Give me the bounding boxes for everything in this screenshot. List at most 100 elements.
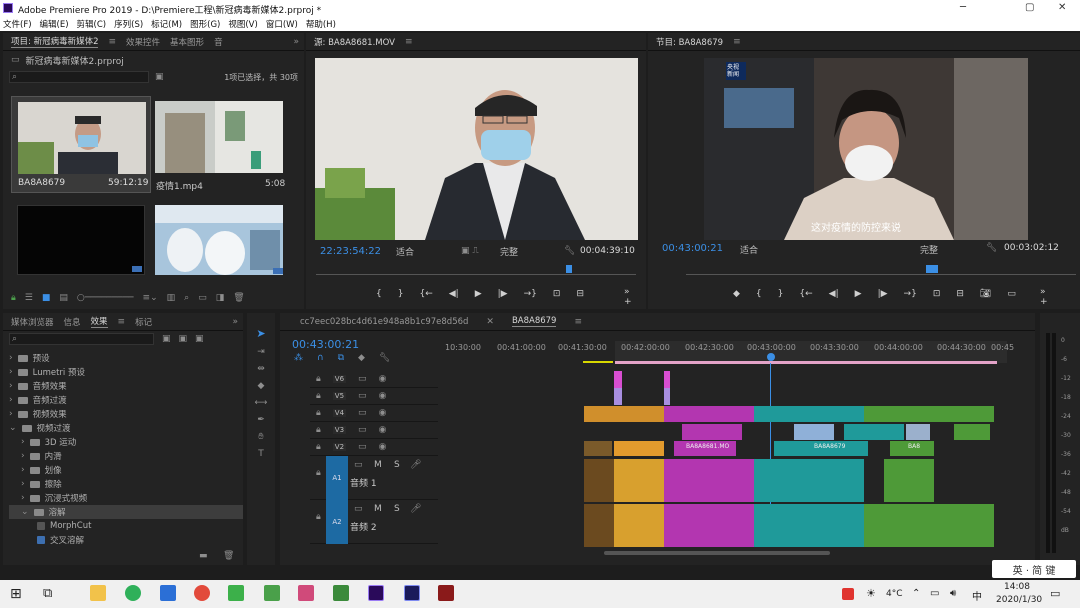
linked-selection-icon[interactable]: ⧉ — [338, 353, 344, 363]
file-explorer-icon[interactable] — [90, 585, 106, 601]
go-to-in-icon[interactable]: {← — [419, 289, 432, 299]
tree-item[interactable]: › Lumetri 预设 — [9, 365, 243, 379]
step-forward-icon[interactable]: |▶ — [498, 289, 508, 299]
time-ruler[interactable]: 10:30:00 00:41:00:00 00:41:30:00 00:42:0… — [445, 341, 1014, 364]
mark-in-icon[interactable]: { — [756, 289, 762, 299]
track-v2[interactable]: 🔒︎ V2 ▭ ◉ — [310, 439, 438, 456]
tree-item[interactable]: › 视频效果 — [9, 407, 243, 421]
mark-out-icon[interactable]: } — [778, 289, 784, 299]
app-icon[interactable] — [298, 585, 314, 601]
track-v5[interactable]: 🔒︎ V5 ▭ ◉ — [310, 388, 438, 405]
32bit-effects-icon[interactable]: ▣ — [179, 334, 188, 344]
word-icon[interactable] — [160, 585, 176, 601]
network-icon[interactable]: ▭ — [930, 588, 939, 599]
wrench-icon[interactable]: 🔧︎ — [986, 243, 997, 253]
source-title[interactable]: 源: BA8A8681.MOV — [314, 36, 395, 48]
razor-icon[interactable]: ◆ — [258, 381, 265, 391]
task-view-icon[interactable]: ⧉ — [43, 586, 52, 601]
add-marker-icon[interactable]: ◆ — [733, 289, 740, 299]
menu-edit[interactable]: 编辑(E) — [40, 18, 69, 30]
automate-icon[interactable]: ▥ — [167, 293, 176, 303]
new-bin-icon[interactable]: ▭ — [198, 293, 207, 303]
menu-file[interactable]: 文件(F) — [3, 18, 32, 30]
list-view-icon[interactable]: ☰ — [25, 293, 33, 303]
find-icon[interactable]: ⌕ — [184, 293, 189, 303]
wrench-icon[interactable]: 🔧︎ — [564, 246, 575, 256]
track-a2[interactable]: 🔒︎ A2 ▭ M S 🎤︎ 音频 2 — [310, 500, 438, 544]
ripple-edit-icon[interactable]: ⇹ — [257, 364, 265, 374]
project-item[interactable] — [155, 205, 283, 275]
source-quality-select[interactable]: 完整 — [500, 245, 518, 258]
chrome-icon[interactable] — [194, 585, 210, 601]
go-to-in-icon[interactable]: {← — [799, 289, 812, 299]
more-panels-icon[interactable]: » — [232, 317, 238, 327]
track-a1[interactable]: 🔒︎ A1 ▭ M S 🎤︎ 音频 1 — [310, 456, 438, 500]
tab-effects[interactable]: 效果 — [90, 315, 108, 328]
overwrite-icon[interactable]: ⊟ — [576, 289, 584, 299]
track-area[interactable]: BA8A8681.MO BA8A8679 BA8 — [584, 371, 997, 549]
source-timecode[interactable]: 22:23:54:22 — [320, 246, 381, 257]
tree-item[interactable]: › 3D 运动 — [9, 435, 243, 449]
go-to-out-icon[interactable]: →} — [524, 289, 537, 299]
minimize-icon[interactable]: ─ — [960, 2, 966, 13]
tab-essential-graphics[interactable]: 基本图形 — [170, 36, 204, 48]
program-timecode[interactable]: 00:43:00:21 — [662, 243, 723, 254]
tab-sequence-active[interactable]: BA8A8679 — [511, 316, 557, 327]
go-to-out-icon[interactable]: →} — [904, 289, 917, 299]
effects-search-input[interactable]: ⌕ — [9, 333, 154, 345]
tree-item[interactable]: › 预设 — [9, 351, 243, 365]
security-icon[interactable] — [333, 585, 349, 601]
ime-icon[interactable]: 中 — [972, 588, 982, 603]
snap-icon[interactable]: ⁂ — [294, 353, 303, 363]
lock-icon[interactable]: 🔒︎ — [11, 293, 16, 303]
hand-icon[interactable]: ✋︎ — [258, 432, 263, 442]
track-v3[interactable]: 🔒︎ V3 ▭ ◉ — [310, 422, 438, 439]
wrench-icon[interactable]: 🔧︎ — [379, 353, 390, 363]
track-v4[interactable]: 🔒︎ V4 ▭ ◉ — [310, 405, 438, 422]
more-panels-icon[interactable]: » — [293, 37, 299, 47]
new-item-icon[interactable]: ◨ — [216, 293, 225, 303]
start-icon[interactable]: ⊞ — [10, 586, 22, 602]
export-frame-icon[interactable]: 📷︎ — [980, 289, 991, 299]
program-quality-select[interactable]: 完整 — [920, 243, 938, 256]
tab-audio[interactable]: 音 — [214, 36, 223, 48]
accelerated-effects-icon[interactable]: ▣ — [162, 334, 171, 344]
sort-icon[interactable]: ≡⌄ — [143, 293, 158, 303]
menu-sequence[interactable]: 序列(S) — [114, 18, 143, 30]
freeform-view-icon[interactable]: ▤ — [59, 293, 68, 303]
icon-view-icon[interactable]: ■ — [42, 293, 51, 303]
notification-icon[interactable]: ▭ — [1050, 587, 1060, 600]
add-button-icon[interactable]: » + — [624, 287, 632, 307]
step-back-icon[interactable]: ◀| — [829, 289, 839, 299]
close-icon[interactable]: ✕ — [1058, 2, 1066, 13]
slip-icon[interactable]: ⟷ — [255, 398, 268, 408]
program-fit-select[interactable]: 适合 — [740, 243, 758, 256]
program-scrubber[interactable] — [686, 265, 1076, 275]
project-search-input[interactable]: ⌕ — [9, 71, 149, 83]
new-bin-icon[interactable]: ▬ — [199, 551, 208, 561]
tree-item-selected[interactable]: ⌄ 溶解 — [9, 505, 243, 519]
wechat-icon[interactable] — [228, 585, 244, 601]
step-forward-icon[interactable]: |▶ — [878, 289, 888, 299]
zoom-slider[interactable]: ○───────── — [77, 293, 134, 303]
add-button-icon[interactable]: » + — [1040, 287, 1048, 307]
menu-graphics[interactable]: 图形(G) — [190, 18, 220, 30]
tab-markers[interactable]: 标记 — [135, 316, 152, 328]
playhead[interactable] — [767, 353, 775, 361]
extract-icon[interactable]: ⊟ — [956, 289, 964, 299]
trash-icon[interactable]: 🗑︎ — [223, 551, 234, 561]
tab-media-browser[interactable]: 媒体浏览器 — [11, 316, 54, 328]
black-clip-thumbnail[interactable] — [17, 205, 145, 275]
tree-item[interactable]: ⌄ 视频过渡 — [9, 421, 243, 435]
tree-item[interactable]: › 内滑 — [9, 449, 243, 463]
new-bin-icon[interactable]: ▣ — [155, 72, 164, 82]
tree-item[interactable]: › 划像 — [9, 463, 243, 477]
insert-icon[interactable]: ⊡ — [553, 289, 561, 299]
tree-item[interactable]: › 音频过渡 — [9, 393, 243, 407]
premiere-taskbar-icon[interactable] — [368, 585, 384, 601]
ime-indicator[interactable]: 英 · 简 键 — [992, 560, 1076, 578]
play-icon[interactable]: ▶ — [475, 289, 482, 299]
tab-sequence[interactable]: cc7eec028bc4d61e948a8b1c97e8d56d — [300, 317, 468, 327]
timeline-scrollbar[interactable] — [604, 551, 830, 555]
menu-clip[interactable]: 剪辑(C) — [77, 18, 107, 30]
